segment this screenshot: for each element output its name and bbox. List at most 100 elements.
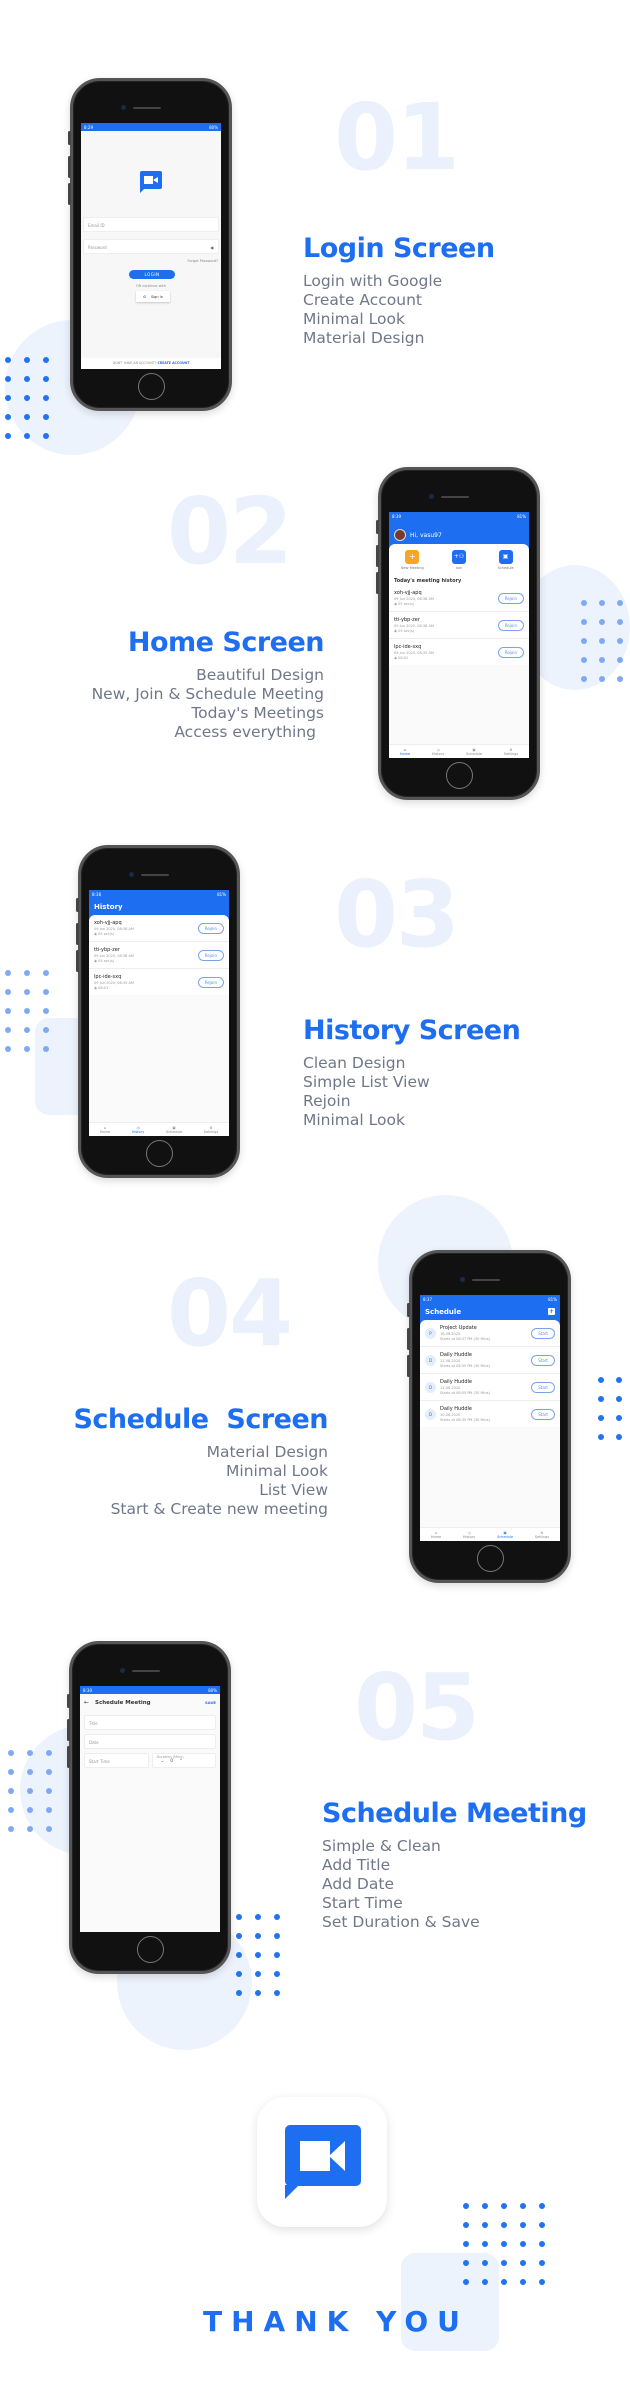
nav-schedule[interactable]: ▣ Schedule: [166, 1126, 182, 1134]
create-account-link[interactable]: CREATE ACCOUNT: [157, 361, 189, 365]
rejoin-button[interactable]: Rejoin: [197, 922, 224, 934]
meeting-row: xoh-vjj-apq 09 Jun 2020, 08:38 AM ◉ 05 sec…: [89, 915, 229, 942]
start-button[interactable]: Start: [531, 1381, 555, 1393]
rejoin-button[interactable]: Rejoin: [197, 949, 224, 961]
decor-dots: [5, 970, 62, 1052]
rejoin-button[interactable]: Rejoin: [197, 976, 224, 988]
nav-schedule[interactable]: ▣ Schedule: [497, 1531, 513, 1539]
chevron-down-icon[interactable]: ⌄: [161, 1759, 165, 1764]
app-icon-tile: [257, 2097, 387, 2227]
chevron-up-icon[interactable]: ⌃: [179, 1759, 183, 1764]
add-schedule-icon[interactable]: +: [548, 1308, 555, 1315]
phone-home: 8:39 81% Hi, vasu97 + New Meeting +⚇ Join…: [376, 467, 540, 800]
history-screen: 8:38 81% History xoh-vjj-apq 09 Jun 2020, …: [89, 890, 229, 1136]
section-title: Schedule Screen: [73, 1404, 328, 1435]
feature-item: Start & Create new meeting: [110, 1500, 328, 1518]
new-meeting-button[interactable]: + New Meeting: [392, 550, 432, 570]
status-bar: 8:37 81%: [420, 1295, 560, 1303]
feature-item: Beautiful Design: [196, 666, 324, 684]
nav-home[interactable]: ⌂ Home: [100, 1126, 110, 1134]
feature-item: Access everything: [174, 723, 316, 741]
decor-dots: [236, 1914, 293, 1996]
back-arrow-icon[interactable]: ←: [84, 1699, 89, 1706]
feature-list: Material Design Minimal Look List View S…: [111, 1443, 328, 1519]
plus-box-icon: +: [405, 550, 420, 564]
nav-settings[interactable]: ⚙ Settings: [204, 1126, 218, 1134]
start-button[interactable]: Start: [531, 1327, 555, 1339]
schedule-row: D Daily Huddle 10-06-2020 Starts at 08:35 P…: [420, 1401, 560, 1427]
decor-dots: [581, 600, 630, 682]
meeting-row: lpc-ide-sxq 09 Jun 2020, 08:30 AM ◉ 08:01 …: [89, 969, 229, 995]
meeting-row: lpc-ide-sxq 09 Jun 2020, 08:35 AM ◉ 08:01 …: [389, 639, 529, 665]
video-chat-icon: [140, 171, 162, 193]
or-continue-text: OR continue with: [135, 284, 167, 288]
home-button: [477, 1545, 504, 1572]
section-title: History Screen: [303, 1015, 521, 1046]
feature-item: Simple & Clean: [322, 1837, 441, 1855]
initial-avatar: D: [425, 1354, 436, 1366]
home-button: [146, 1140, 173, 1167]
schedule-row: D Daily Huddle 11-06-2020 Starts at 08:55 P…: [420, 1374, 560, 1401]
avatar[interactable]: [394, 529, 406, 541]
google-sign-in-button[interactable]: G Sign In: [136, 291, 170, 302]
start-time-field[interactable]: Start Time: [84, 1753, 149, 1768]
feature-list: Beautiful Design New, Join & Schedule Me…: [92, 666, 324, 742]
feature-item: Minimal Look: [303, 310, 405, 328]
schedule-row: P Project Update 16-06-2020 Starts at 08:37…: [420, 1320, 560, 1347]
feature-item: Set Duration & Save: [322, 1913, 480, 1931]
feature-item: Material Design: [206, 1443, 328, 1461]
feature-item: Today's Meetings: [191, 704, 324, 722]
nav-home[interactable]: ⌂ Home: [400, 748, 410, 756]
nav-history[interactable]: ◷ History: [463, 1531, 475, 1539]
nav-settings[interactable]: ⚙ Settings: [504, 748, 518, 756]
title-field[interactable]: Title: [84, 1715, 216, 1730]
status-bar: 8:38 81%: [89, 890, 229, 898]
section-title: Login Screen: [303, 233, 495, 264]
password-field[interactable]: Password ◉: [83, 239, 219, 254]
page-title: Schedule Meeting: [95, 1699, 151, 1706]
home-screen: 8:39 81% Hi, vasu97 + New Meeting +⚇ Join…: [389, 512, 529, 758]
start-button[interactable]: Start: [531, 1408, 555, 1420]
video-chat-icon: [285, 2125, 361, 2186]
nav-settings[interactable]: ⚙ Settings: [535, 1531, 549, 1539]
feature-item: Minimal Look: [226, 1462, 328, 1480]
decor-dots: [463, 2203, 558, 2285]
nav-history[interactable]: ◷ History: [132, 1126, 144, 1134]
thank-you-text: THANK YOU: [203, 2305, 469, 2338]
phone-history: 8:38 81% History xoh-vjj-apq 09 Jun 2020, …: [76, 845, 240, 1178]
feature-item: Clean Design: [303, 1054, 406, 1072]
meeting-row: tti-ybp-zer 09 Jun 2020, 08:38 AM ◉ 05 sec…: [89, 942, 229, 969]
decor-dots: [8, 1750, 65, 1832]
section-title: Home Screen: [127, 627, 325, 658]
initial-avatar: D: [425, 1408, 436, 1420]
schedule-meeting-screen: 8:30 80% ← Schedule Meeting SAVE Title Dat…: [80, 1686, 220, 1932]
nav-home[interactable]: ⌂ Home: [431, 1531, 441, 1539]
start-button[interactable]: Start: [531, 1354, 555, 1366]
feature-list: Login with Google Create Account Minimal…: [303, 272, 442, 348]
section-number: 02: [167, 478, 293, 585]
nav-history[interactable]: ◷ History: [432, 748, 444, 756]
login-button[interactable]: LOGIN: [129, 270, 175, 279]
feature-item: Rejoin: [303, 1092, 351, 1110]
home-button: [446, 762, 473, 789]
date-field[interactable]: Date: [84, 1734, 216, 1749]
home-button: [138, 373, 165, 400]
feature-item: List View: [259, 1481, 328, 1499]
status-bar: 8:29 80%: [81, 123, 221, 131]
rejoin-button[interactable]: Rejoin: [497, 619, 524, 631]
history-heading: Today's meeting history: [394, 578, 462, 584]
join-button[interactable]: +⚇ Join: [439, 550, 479, 570]
schedule-row: D Daily Huddle 12-06-2020 Starts at 08:35 P…: [420, 1347, 560, 1374]
status-bar: 8:30 80%: [80, 1686, 220, 1694]
save-button[interactable]: SAVE: [205, 1700, 216, 1705]
rejoin-button[interactable]: Rejoin: [497, 592, 524, 604]
eye-icon[interactable]: ◉: [211, 245, 215, 250]
forgot-password-link[interactable]: Forgot Password?: [188, 259, 218, 263]
schedule-button[interactable]: ▣ Schedule: [486, 550, 526, 570]
rejoin-button[interactable]: Rejoin: [497, 646, 524, 658]
duration-stepper[interactable]: Duration (Mins) ⌄ 0 ⌃: [151, 1753, 216, 1768]
email-field[interactable]: Email ID: [83, 217, 219, 232]
feature-item: Start Time: [322, 1894, 403, 1912]
nav-schedule[interactable]: ▣ Schedule: [466, 748, 482, 756]
google-icon: G: [143, 294, 146, 299]
